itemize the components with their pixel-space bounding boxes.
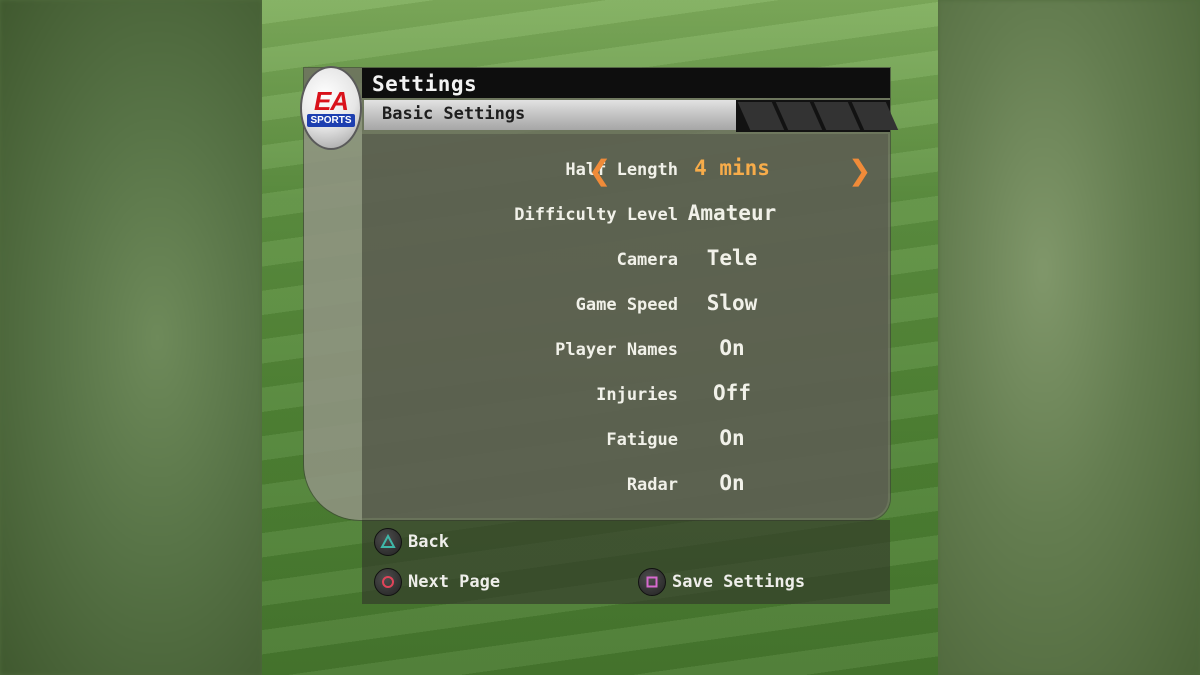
logo-sports-text: SPORTS [307, 114, 355, 127]
setting-value: Slow [706, 291, 758, 315]
right-blur-border [938, 0, 1200, 675]
setting-value: Amateur [687, 201, 777, 225]
page-subtitle: Basic Settings [382, 104, 526, 124]
page-title: Settings [372, 72, 478, 96]
setting-row-half-length[interactable]: Half Length ❮ 4 mins ❯ [362, 152, 888, 192]
circle-button-icon [374, 568, 402, 596]
chevron-left-icon[interactable]: ❮ [588, 154, 611, 187]
chevron-right-icon[interactable]: ❯ [848, 154, 871, 187]
ea-sports-logo: EA SPORTS [300, 66, 362, 150]
left-blur-border [0, 0, 262, 675]
setting-value: On [719, 426, 745, 450]
setting-value: Off [713, 381, 751, 405]
setting-value: Tele [706, 246, 758, 270]
setting-value: On [719, 336, 745, 360]
next-page-label: Next Page [408, 572, 501, 592]
game-screen: Settings Basic Settings EA SPORTS Half L… [262, 0, 938, 675]
back-label: Back [408, 532, 449, 552]
setting-row-player-names[interactable]: Player Names On [362, 332, 888, 372]
setting-value: On [719, 471, 745, 495]
setting-value: 4 mins [694, 156, 770, 180]
next-page-button[interactable]: Next Page [374, 568, 500, 596]
square-button-icon [638, 568, 666, 596]
back-button[interactable]: Back [374, 528, 449, 556]
save-settings-button[interactable]: Save Settings [638, 568, 805, 596]
save-settings-label: Save Settings [672, 572, 806, 592]
triangle-button-icon [374, 528, 402, 556]
setting-row-injuries[interactable]: Injuries Off [362, 377, 888, 417]
page-tab-indicator [736, 100, 899, 132]
setting-row-game-speed[interactable]: Game Speed Slow [362, 287, 888, 327]
logo-ea-text: EA [313, 86, 349, 116]
setting-row-fatigue[interactable]: Fatigue On [362, 422, 888, 462]
setting-row-difficulty-level[interactable]: Difficulty Level Amateur [362, 197, 888, 237]
setting-row-camera[interactable]: Camera Tele [362, 242, 888, 282]
panel-left-strip [304, 100, 362, 520]
setting-row-radar[interactable]: Radar On [362, 467, 888, 507]
